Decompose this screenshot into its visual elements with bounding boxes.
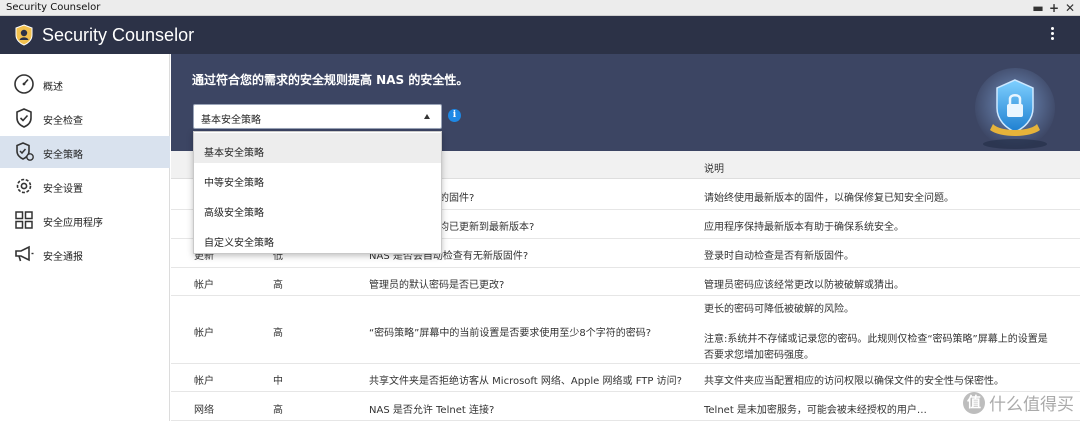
sidebar-item-security-apps[interactable]: 安全应用程序 xyxy=(0,204,170,236)
maximize-button[interactable]: + xyxy=(1048,1,1060,15)
dashboard-gauge-icon xyxy=(14,74,34,94)
app-title: Security Counselor xyxy=(42,25,195,45)
shield-check-icon xyxy=(16,108,32,128)
sidebar-item-security-check[interactable]: 安全检查 xyxy=(0,102,170,134)
app-header: Security Counselor xyxy=(0,16,1080,54)
watermark-badge: 值 xyxy=(963,391,985,414)
sidebar-item-label: 安全策略 xyxy=(43,150,83,161)
sidebar-item-label: 安全检查 xyxy=(43,116,83,127)
watermark-text: 什么值得买 xyxy=(989,395,1074,415)
category-cell: 网络 xyxy=(194,405,214,416)
severity-cell: 高 xyxy=(273,328,283,339)
dropdown-option-label: 基本安全策略 xyxy=(204,148,264,159)
banner-title: 通过符合您的需求的安全规则提高 NAS 的安全性。 xyxy=(192,73,469,87)
rule-cell: 共享文件夹是否拒绝访客从 Microsoft 网络、Apple 网络或 FTP … xyxy=(369,376,682,387)
description-cell: 应用程序保持最新版本有助于确保系统安全。 xyxy=(704,222,904,233)
description-cell: 登录时自动检查是否有新版固件。 xyxy=(704,251,854,262)
table-row[interactable]: 帐户 中 共享文件夹是否拒绝访客从 Microsoft 网络、Apple 网络或… xyxy=(171,364,1080,392)
policy-select-value: 基本安全策略 xyxy=(201,115,261,126)
shield-lock-illustration-icon xyxy=(975,68,1055,149)
table-row[interactable]: 帐户 高 管理员的默认密码是否已更改? 管理员密码应该经常更改以防被破解或猜出。 xyxy=(171,268,1080,296)
policy-select[interactable]: 基本安全策略 xyxy=(193,104,442,129)
watermark: 值 什么值得买 xyxy=(963,390,1074,415)
table-row[interactable]: 网络 高 NAS 是否允许 Telnet 连接? Telnet 是未加密服务，可… xyxy=(171,392,1080,421)
table-row[interactable]: 帐户 高 “密码策略”屏幕中的当前设置是否要求使用至少8个字符的密码? 更长的密… xyxy=(171,296,1080,364)
category-cell: 帐户 xyxy=(194,328,214,339)
info-icon[interactable]: i xyxy=(448,109,461,122)
sidebar-item-security-policy[interactable]: 安全策略 xyxy=(0,136,170,168)
sidebar-item-security-settings[interactable]: 安全设置 xyxy=(0,170,170,202)
dropdown-option-label: 自定义安全策略 xyxy=(204,238,274,249)
dropdown-option-label: 高级安全策略 xyxy=(204,208,264,219)
sidebar-item-label: 安全通报 xyxy=(43,252,83,263)
apps-grid-icon xyxy=(15,211,33,229)
gear-icon xyxy=(16,178,32,194)
description-note-cell: 注意:系统并不存储或记录您的密码。此规则仅检查“密码策略”屏幕上的设置是 xyxy=(704,334,1048,345)
dropdown-option-basic[interactable]: 基本安全策略 xyxy=(194,133,441,163)
chevron-up-icon xyxy=(424,114,430,119)
rule-cell: NAS 是否允许 Telnet 连接? xyxy=(369,405,495,416)
dropdown-option-medium[interactable]: 中等安全策略 xyxy=(194,163,441,193)
security-counselor-logo-icon xyxy=(15,24,33,46)
sidebar-item-overview[interactable]: 概述 xyxy=(0,68,170,100)
description-cell: 请始终使用最新版本的固件，以确保修复已知安全问题。 xyxy=(704,193,954,204)
description-cell: Telnet 是未加密服务，可能会被未经授权的用户… xyxy=(704,405,927,416)
sidebar-item-security-bulletin[interactable]: 安全通报 xyxy=(0,238,170,270)
policy-dropdown-menu: 基本安全策略 中等安全策略 高级安全策略 自定义安全策略 xyxy=(193,131,442,254)
dropdown-option-advanced[interactable]: 高级安全策略 xyxy=(194,193,441,223)
description-cell: 共享文件夹应当配置相应的访问权限以确保文件的安全性与保密性。 xyxy=(704,376,1004,387)
more-options-icon[interactable] xyxy=(1046,25,1058,45)
sidebar: 概述 安全检查 安全策略 安全设置 安全应用程序 安全通报 xyxy=(0,54,170,421)
severity-cell: 高 xyxy=(273,280,283,291)
megaphone-icon xyxy=(15,245,34,262)
category-cell: 帐户 xyxy=(194,280,214,291)
dropdown-option-custom[interactable]: 自定义安全策略 xyxy=(194,223,441,253)
window-controls: ▬ + ✕ xyxy=(1032,0,1076,16)
window-title: Security Counselor xyxy=(6,2,101,13)
minimize-button[interactable]: ▬ xyxy=(1032,1,1044,15)
shield-policy-icon xyxy=(16,142,34,161)
severity-cell: 中 xyxy=(273,376,283,387)
category-cell: 帐户 xyxy=(194,376,214,387)
rule-cell: 管理员的默认密码是否已更改? xyxy=(369,280,505,291)
sidebar-item-label: 安全设置 xyxy=(43,184,83,195)
column-header-description: 说明 xyxy=(704,164,724,175)
description-cell: 管理员密码应该经常更改以防被破解或猜出。 xyxy=(704,280,904,291)
rule-cell: “密码策略”屏幕中的当前设置是否要求使用至少8个字符的密码? xyxy=(369,328,652,339)
description-note-cell: 否要求您增加密码强度。 xyxy=(704,350,814,361)
os-title-bar: Security Counselor ▬ + ✕ xyxy=(0,0,1080,16)
sidebar-item-label: 概述 xyxy=(43,82,63,93)
dropdown-option-label: 中等安全策略 xyxy=(204,178,264,189)
severity-cell: 高 xyxy=(273,405,283,416)
sidebar-item-label: 安全应用程序 xyxy=(43,218,103,229)
close-button[interactable]: ✕ xyxy=(1064,1,1076,15)
description-cell: 更长的密码可降低被破解的风险。 xyxy=(704,304,854,315)
